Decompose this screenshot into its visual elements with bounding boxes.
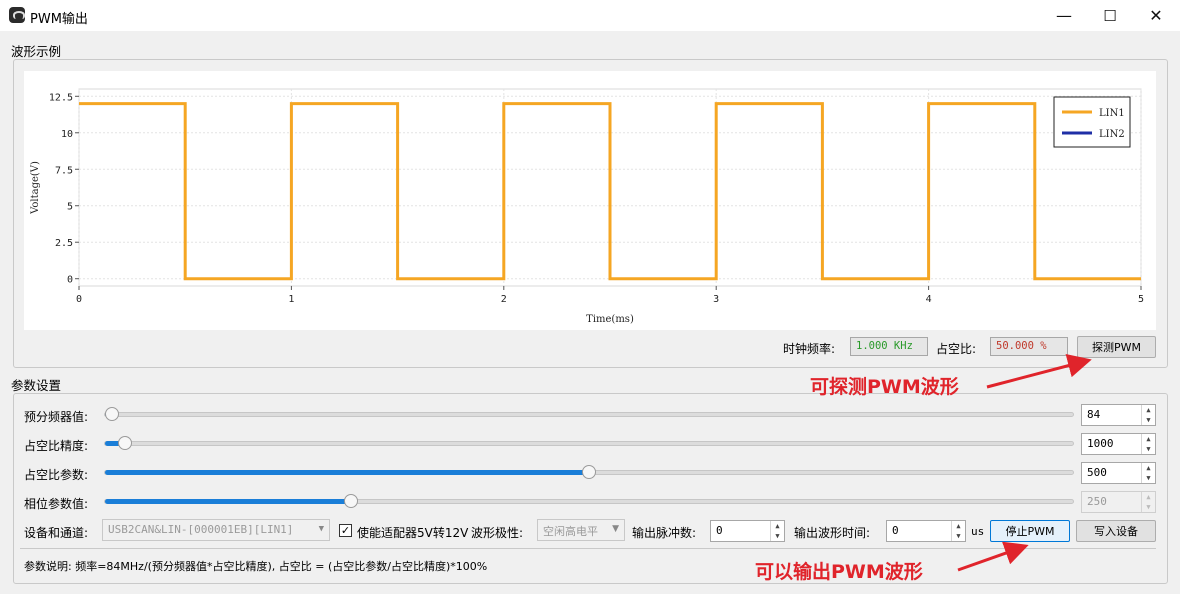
spin-down-icon[interactable]: ▼ <box>956 532 960 540</box>
duty-param-value: 500 <box>1087 466 1107 479</box>
clock-frequency-label: 时钟频率: <box>783 342 836 356</box>
y-tick-label: 0 <box>67 275 73 286</box>
annotation-probe-text: 可探测PWM波形 <box>810 376 959 398</box>
y-tick-label: 5 <box>67 202 73 213</box>
waveform-chart: 0 1 2 3 4 5 0 2.5 5 7.5 10 12.5 Time(ms) Voltage(V) LI… <box>24 71 1156 330</box>
duty-param-label: 占空比参数: <box>24 468 89 482</box>
precision-label: 占空比精度: <box>24 439 89 453</box>
legend-label-lin1: LIN1 <box>1099 108 1125 119</box>
parameter-note: 参数说明: 频率=84MHz/(预分频器值*占空比精度), 占空比 = (占空比… <box>24 560 488 573</box>
phase-param-value: 250 <box>1087 495 1107 508</box>
check-icon: ✓ <box>340 524 351 537</box>
pulse-count-spinbox[interactable]: 0 ▲ ▼ <box>710 520 785 542</box>
spin-up-icon[interactable]: ▲ <box>956 522 960 530</box>
spin-up-icon[interactable]: ▲ <box>1146 464 1150 472</box>
chevron-down-icon: ▼ <box>612 524 619 534</box>
probe-pwm-button[interactable]: 探测PWM <box>1077 336 1156 358</box>
output-time-spin-arrows[interactable]: ▲ ▼ <box>951 521 965 541</box>
spin-down-icon: ▼ <box>1146 502 1151 511</box>
prescaler-label: 预分频器值: <box>24 410 89 424</box>
params-group <box>13 393 1168 584</box>
annotation-output-text: 可以输出PWM波形 <box>755 561 923 583</box>
output-time-unit: us <box>971 525 985 538</box>
stop-pwm-button[interactable]: 停止PWM <box>990 520 1070 542</box>
legend-label-lin2: LIN2 <box>1099 129 1125 140</box>
waveform-group-title: 波形示例 <box>11 44 62 59</box>
minimize-button[interactable]: — <box>1041 0 1087 31</box>
y-axis-label: Voltage(V) <box>30 161 41 215</box>
clock-frequency-readout: 1.000 KHz <box>850 337 928 356</box>
spin-up-icon[interactable]: ▲ <box>1146 406 1150 414</box>
spin-down-icon[interactable]: ▼ <box>1146 445 1150 453</box>
spin-up-icon[interactable]: ▲ <box>775 522 779 530</box>
phase-param-spinbox: 250 ▲ ▼ <box>1081 491 1156 513</box>
pulse-count-label: 输出脉冲数: <box>632 526 697 540</box>
duty-param-slider-thumb[interactable] <box>582 465 596 479</box>
series-line-lin1 <box>79 102 1141 281</box>
maximize-button[interactable]: ☐ <box>1087 0 1133 31</box>
params-group-title: 参数设置 <box>11 378 62 393</box>
x-axis-label: Time(ms) <box>586 314 634 325</box>
precision-spin-arrows[interactable]: ▲ ▼ <box>1141 434 1155 454</box>
enable-12v-label: 使能适配器5V转12V <box>357 526 469 540</box>
pulse-count-spin-arrows[interactable]: ▲ ▼ <box>770 521 784 541</box>
phase-param-label: 相位参数值: <box>24 497 89 511</box>
title-bar: PWM输出 — ☐ ✕ <box>0 0 1180 31</box>
precision-value: 1000 <box>1087 437 1114 450</box>
x-tick-label: 4 <box>926 294 932 305</box>
chart-svg: 0 1 2 3 4 5 0 2.5 5 7.5 10 12.5 Time(ms) Voltage(V) LI… <box>30 88 1144 325</box>
spin-down-icon[interactable]: ▼ <box>1146 474 1150 482</box>
close-button[interactable]: ✕ <box>1133 0 1179 31</box>
x-tick-label: 2 <box>501 294 507 305</box>
polarity-select: 空闲高电平 ▼ <box>537 519 625 541</box>
phase-param-spin-arrows: ▲ ▼ <box>1141 492 1155 512</box>
prescaler-slider[interactable] <box>104 407 1074 421</box>
window-title: PWM输出 <box>30 12 88 27</box>
duty-param-slider[interactable] <box>104 465 1074 479</box>
separator <box>20 548 1156 549</box>
output-time-spinbox[interactable]: 0 ▲ ▼ <box>886 520 966 542</box>
duty-cycle-label: 占空比: <box>936 342 977 356</box>
prescaler-spin-arrows[interactable]: ▲ ▼ <box>1141 405 1155 425</box>
duty-param-spin-arrows[interactable]: ▲ ▼ <box>1141 463 1155 483</box>
duty-cycle-readout: 50.000 % <box>990 337 1068 356</box>
polarity-label: 波形极性: <box>471 526 524 540</box>
enable-12v-checkbox[interactable]: ✓ <box>339 524 352 537</box>
duty-param-spinbox[interactable]: 500 ▲ ▼ <box>1081 462 1156 484</box>
x-tick-label: 0 <box>76 294 82 305</box>
y-tick-label: 2.5 <box>55 238 73 249</box>
phase-param-slider-thumb[interactable] <box>343 494 358 508</box>
precision-slider[interactable] <box>104 436 1074 450</box>
spin-up-icon: ▲ <box>1146 492 1151 501</box>
spin-up-icon[interactable]: ▲ <box>1146 435 1150 443</box>
prescaler-slider-thumb[interactable] <box>105 407 119 421</box>
precision-spinbox[interactable]: 1000 ▲ ▼ <box>1081 433 1156 455</box>
spin-down-icon[interactable]: ▼ <box>775 532 779 540</box>
y-tick-label: 10 <box>61 129 73 140</box>
chevron-down-icon: ▼ <box>318 524 324 534</box>
device-channel-selected: USB2CAN&LIN-[000001EB][LIN1] <box>108 523 294 536</box>
x-tick-label: 3 <box>713 294 719 305</box>
x-tick-label: 5 <box>1138 294 1144 305</box>
pulse-count-value: 0 <box>716 524 723 537</box>
device-channel-label: 设备和通道: <box>24 526 89 540</box>
prescaler-value: 84 <box>1087 408 1101 421</box>
spin-down-icon[interactable]: ▼ <box>1146 416 1150 424</box>
y-tick-label: 12.5 <box>49 92 73 103</box>
phase-param-slider[interactable] <box>104 494 1074 508</box>
app-icon <box>9 7 25 23</box>
duty-param-slider-fill <box>105 470 589 475</box>
write-device-button[interactable]: 写入设备 <box>1076 520 1156 542</box>
polarity-selected: 空闲高电平 <box>543 525 598 538</box>
output-time-label: 输出波形时间: <box>794 526 871 540</box>
device-channel-select[interactable]: USB2CAN&LIN-[000001EB][LIN1] ▼ <box>102 519 330 541</box>
output-time-value: 0 <box>892 524 899 537</box>
phase-param-slider-fill <box>105 499 351 504</box>
y-tick-label: 7.5 <box>55 165 73 176</box>
prescaler-spinbox[interactable]: 84 ▲ ▼ <box>1081 404 1156 426</box>
x-tick-label: 1 <box>288 294 294 305</box>
